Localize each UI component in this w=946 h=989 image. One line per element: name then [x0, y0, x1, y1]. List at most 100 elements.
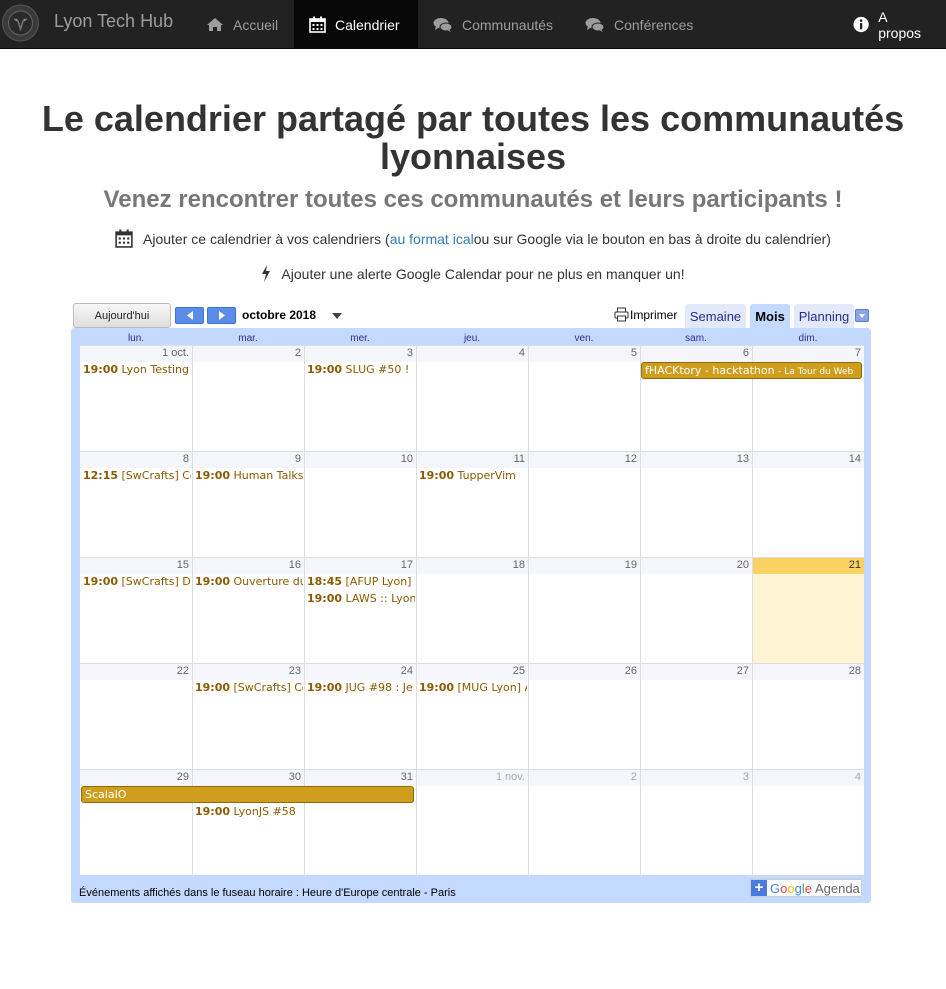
day-cell[interactable]: 29 [80, 769, 192, 875]
day-cell[interactable]: 27 [640, 663, 752, 769]
day-number: 6 [641, 346, 752, 362]
weekday-label: lun. [127, 333, 145, 344]
print-label: Imprimer [630, 307, 678, 322]
calendar-event[interactable]: 19:00 TupperVim [416, 468, 527, 484]
calendar-event[interactable]: 19:00 [MUG Lyon] Ad [416, 680, 527, 696]
comments-icon [585, 17, 605, 32]
day-number: 31 [305, 770, 416, 786]
nav-home[interactable]: Accueil [191, 0, 294, 49]
tab-week[interactable]: Semaine [685, 304, 746, 328]
day-cell[interactable]: 30 [192, 769, 304, 875]
calendar-event[interactable]: 19:00 Lyon Testing M [80, 362, 191, 378]
day-cell[interactable]: 9 [192, 451, 304, 557]
nav-communities[interactable]: Communautés [418, 0, 570, 49]
day-cell[interactable]: 4 [752, 769, 864, 875]
calendar-event[interactable]: 19:00 [SwCrafts] Do [80, 574, 191, 590]
week-row: 22 23 24 25 26 27 28 19:00 [SwCrafts] Co… [80, 663, 864, 769]
day-cell[interactable]: 18 [416, 557, 528, 663]
day-cell[interactable]: 4 [416, 345, 528, 451]
event-title: [SwCrafts] Co [121, 469, 191, 482]
event-title: Human Talks O [233, 469, 303, 482]
next-month-button[interactable] [207, 307, 236, 324]
day-cell[interactable]: 6 [640, 345, 752, 451]
day-number: 10 [305, 452, 416, 468]
calendar-event[interactable]: 19:00 LyonJS #58 [192, 804, 303, 820]
day-cell[interactable]: 14 [752, 451, 864, 557]
day-number: 13 [641, 452, 752, 468]
day-cell[interactable]: 20 [640, 557, 752, 663]
day-cell[interactable]: 15 [80, 557, 192, 663]
calendar-event-multiday[interactable]: fHACKtory - hacktathon - La Tour du Web [641, 362, 862, 379]
tab-agenda[interactable]: Planning [794, 304, 854, 328]
day-cell[interactable]: 31 [304, 769, 416, 875]
calendar-event[interactable]: 19:00 Human Talks O [192, 468, 303, 484]
event-title: [SwCrafts] Do [121, 575, 191, 588]
day-number: 2 [193, 346, 304, 362]
day-cell[interactable]: 25 [416, 663, 528, 769]
tab-month[interactable]: Mois [750, 304, 790, 328]
print-button[interactable]: Imprimer [614, 307, 677, 322]
prev-month-button[interactable] [175, 307, 204, 324]
calendar-event[interactable]: 19:00 Ouverture du [192, 574, 303, 590]
day-number: 24 [305, 664, 416, 680]
today-button[interactable]: Aujourd'hui [73, 303, 171, 328]
day-number: 21 [753, 558, 864, 574]
day-cell[interactable]: 10 [304, 451, 416, 557]
calendar-event-multiday[interactable]: ScalaIO [81, 786, 414, 803]
timezone-note: Événements affichés dans le fuseau horai… [79, 887, 456, 899]
page-subtitle: Venez rencontrer toutes ces communautés … [103, 186, 843, 213]
day-cell[interactable]: 2 [528, 769, 640, 875]
day-number: 20 [641, 558, 752, 574]
calendar-event[interactable]: 19:00 LAWS :: Lyon A [304, 591, 415, 607]
nav-calendar[interactable]: Calendrier [294, 0, 418, 49]
brand-name[interactable]: Lyon Tech Hub [54, 11, 173, 32]
day-cell[interactable]: 8 [80, 451, 192, 557]
day-number: 14 [753, 452, 864, 468]
day-cell[interactable]: 24 [304, 663, 416, 769]
calendar-event[interactable]: 18:45 [AFUP Lyon] S [304, 574, 415, 590]
day-cell[interactable]: 3 [640, 769, 752, 875]
day-cell[interactable]: 19 [528, 557, 640, 663]
event-title: ScalaIO [85, 788, 127, 801]
calendar-event[interactable]: 12:15 [SwCrafts] Co [80, 468, 191, 484]
event-title: [SwCrafts] Co [233, 681, 303, 694]
add-to-google-calendar-button[interactable]: + Google Agenda [750, 879, 862, 897]
page-title: Le calendrier partagé par toutes les com… [41, 98, 905, 177]
day-cell[interactable]: 5 [528, 345, 640, 451]
day-number: 7 [753, 346, 864, 362]
calendar-event[interactable]: 19:00 SLUG #50 ! [304, 362, 415, 378]
day-cell[interactable]: 2 [192, 345, 304, 451]
event-title: fHACKtory - hacktathon [645, 364, 775, 377]
day-cell[interactable]: 17 [304, 557, 416, 663]
week-row: 29 30 31 1 nov. 2 3 4 ScalaIO 19:00 Lyon… [80, 769, 864, 875]
alert-text: Ajouter une alerte Google Calendar pour … [281, 265, 685, 282]
day-cell[interactable]: 1 oct. [80, 345, 192, 451]
nav-about[interactable]: A propos [838, 0, 946, 49]
google-calendar-embed: Aujourd'hui octobre 2018 Imprimer Semain… [71, 300, 871, 903]
calendar-event[interactable]: 19:00 [SwCrafts] Co [192, 680, 303, 696]
day-cell[interactable]: 11 [416, 451, 528, 557]
day-cell[interactable]: 28 [752, 663, 864, 769]
month-dropdown-icon[interactable] [332, 313, 342, 319]
weekday-label: mar. [238, 333, 258, 344]
day-cell[interactable]: 13 [640, 451, 752, 557]
day-cell[interactable]: 23 [192, 663, 304, 769]
day-cell[interactable]: 16 [192, 557, 304, 663]
day-cell[interactable]: 12 [528, 451, 640, 557]
nav-about-label: A propos [878, 8, 922, 41]
day-cell-today[interactable]: 21 [752, 557, 864, 663]
day-number: 12 [529, 452, 640, 468]
day-cell[interactable]: 1 nov. [416, 769, 528, 875]
lion-logo-icon[interactable] [1, 1, 40, 46]
week-row: 15 16 17 18 19 20 21 19:00 [SwCrafts] Do… [80, 557, 864, 663]
nav-calendar-label: Calendrier [335, 16, 400, 33]
ical-link[interactable]: au format ical [390, 231, 474, 247]
calendar-event[interactable]: 19:00 JUG #98 : Je s [304, 680, 415, 696]
day-cell[interactable]: 3 [304, 345, 416, 451]
nav-conferences[interactable]: Conférences [570, 0, 712, 49]
view-dropdown-button[interactable] [855, 309, 869, 322]
day-cell[interactable]: 22 [80, 663, 192, 769]
day-cell[interactable]: 7 [752, 345, 864, 451]
day-cell[interactable]: 26 [528, 663, 640, 769]
weekday-label: ven. [574, 333, 594, 344]
